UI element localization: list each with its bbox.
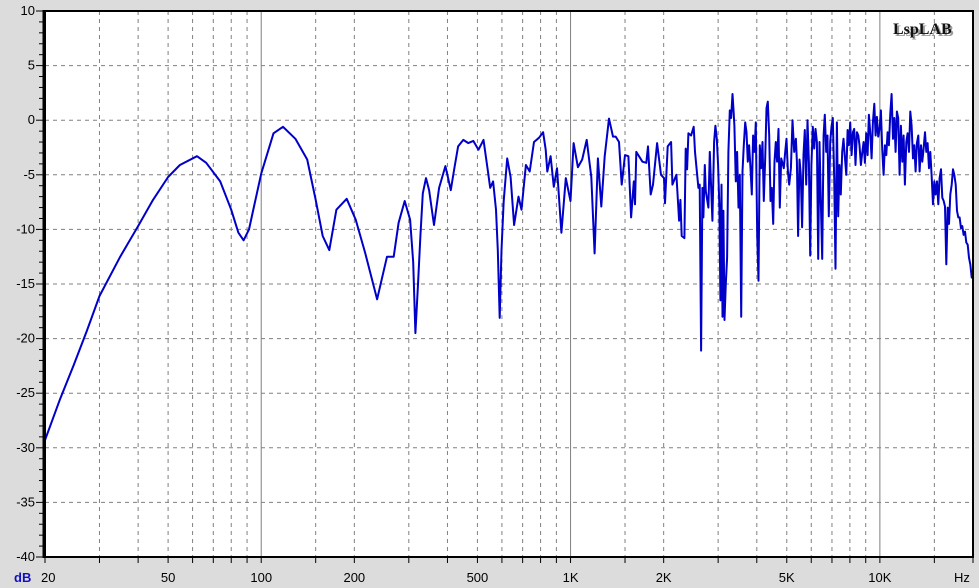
frequency-response-chart: 1050-5-10-15-20-25-30-35-40 20 50 100 200 50… — [0, 0, 979, 588]
y-tick-label: 5 — [28, 58, 35, 73]
logo-text: LspLAB — [893, 21, 952, 38]
x-tick-label: 20 — [41, 570, 55, 585]
x-tick-label: 100 — [250, 570, 272, 585]
lsplab-logo: LspLAB LspLAB — [893, 21, 954, 40]
x-unit-label: Hz — [954, 570, 970, 585]
x-tick-label: 2K — [656, 570, 672, 585]
y-tick-label: -25 — [16, 385, 35, 400]
x-tick-label: 5K — [779, 570, 795, 585]
y-tick-label: -5 — [23, 167, 35, 182]
y-tick-label: -35 — [16, 494, 35, 509]
x-tick-label: 10K — [868, 570, 891, 585]
y-tick-label: -15 — [16, 276, 35, 291]
y-tick-label: 10 — [21, 3, 35, 18]
x-tick-label: 200 — [343, 570, 365, 585]
y-tick-label: -30 — [16, 440, 35, 455]
y-unit-label: dB — [14, 570, 31, 585]
x-tick-label: 1K — [563, 570, 579, 585]
y-tick-label: -10 — [16, 221, 35, 236]
y-tick-label: 0 — [28, 112, 35, 127]
x-tick-label: 50 — [161, 570, 175, 585]
y-tick-label: -40 — [16, 549, 35, 564]
x-tick-label: 500 — [467, 570, 489, 585]
y-tick-label: -20 — [16, 331, 35, 346]
